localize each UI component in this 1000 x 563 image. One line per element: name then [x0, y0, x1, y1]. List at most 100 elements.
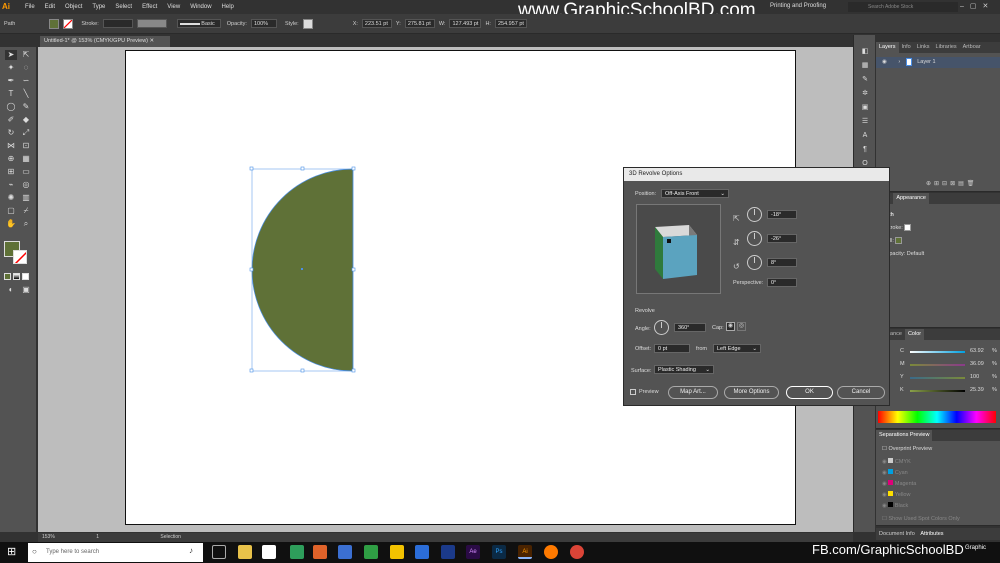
- scale-tool-icon[interactable]: ⤢: [20, 128, 32, 138]
- swatches-panel-icon[interactable]: ▦: [860, 61, 870, 70]
- app-icon-blue[interactable]: [338, 545, 352, 559]
- 3d-cube-icon[interactable]: [637, 205, 722, 295]
- blend-tool-icon[interactable]: ◎: [20, 180, 32, 190]
- symbol-sprayer-tool-icon[interactable]: ✺: [5, 193, 17, 203]
- lasso-tool-icon[interactable]: ◌: [20, 63, 32, 73]
- yellow-slider-row[interactable]: Y 100%: [900, 372, 998, 383]
- tab-document-info[interactable]: Document Info: [879, 531, 915, 537]
- illustrator-taskbar-icon[interactable]: Ai: [518, 545, 532, 559]
- gradient-tool-icon[interactable]: ▭: [20, 167, 32, 177]
- perspective-grid-tool-icon[interactable]: ▦: [20, 154, 32, 164]
- fill-swatch[interactable]: [49, 18, 60, 29]
- word-icon[interactable]: [415, 545, 429, 559]
- paragraph-panel-icon[interactable]: ¶: [860, 145, 870, 154]
- more-options-button[interactable]: More Options: [724, 386, 779, 399]
- document-tab[interactable]: Untitled-1* @ 153% (CMYK/GPU Preview) ✕: [40, 36, 170, 47]
- ink-row-cyan[interactable]: ◉ Cyan: [876, 468, 1000, 479]
- type-tool-icon[interactable]: T: [5, 89, 17, 99]
- perspective-field[interactable]: 0°: [767, 278, 797, 287]
- taskbar-search[interactable]: Type here to search: [28, 543, 203, 562]
- google-drive-icon[interactable]: [390, 545, 404, 559]
- menu-edit[interactable]: Edit: [45, 4, 55, 10]
- mesh-tool-icon[interactable]: ⊞: [5, 167, 17, 177]
- free-transform-tool-icon[interactable]: ⊡: [20, 141, 32, 151]
- tab-attributes[interactable]: Attributes: [920, 531, 943, 537]
- cyan-value[interactable]: 63.92: [970, 346, 984, 357]
- ink-row-black[interactable]: ◉ Black: [876, 501, 1000, 512]
- tab-layers[interactable]: Layers: [876, 42, 899, 53]
- black-slider[interactable]: [910, 390, 965, 392]
- offset-field[interactable]: 0 pt: [654, 344, 690, 353]
- appearance-opacity-row[interactable]: Opacity: Default: [876, 249, 1000, 260]
- from-dropdown[interactable]: Left Edge ⌄: [713, 344, 761, 353]
- magenta-slider[interactable]: [910, 364, 965, 366]
- file-explorer-icon[interactable]: [238, 545, 252, 559]
- status-mode[interactable]: Selection: [160, 534, 181, 540]
- ink-row-magenta[interactable]: ◉ Magenta: [876, 479, 1000, 490]
- line-tool-icon[interactable]: ╲: [20, 89, 32, 99]
- windows-start-icon[interactable]: ⊞: [7, 546, 19, 558]
- color-spectrum[interactable]: [878, 411, 996, 423]
- fill-row-swatch[interactable]: [895, 237, 903, 245]
- shape-builder-tool-icon[interactable]: ⊕: [5, 154, 17, 164]
- tab-color[interactable]: Color: [904, 329, 925, 340]
- paintbrush-tool-icon[interactable]: ✎: [20, 102, 32, 112]
- menu-type[interactable]: Type: [92, 4, 105, 10]
- layer-name[interactable]: Layer 1: [917, 59, 935, 65]
- rotate-x-field[interactable]: -18°: [767, 210, 797, 219]
- revolve-angle-field[interactable]: 360°: [674, 323, 706, 332]
- stroke-swatch[interactable]: [63, 18, 74, 29]
- color-panel-icon[interactable]: ◧: [860, 47, 870, 56]
- color-mode-icon[interactable]: [4, 273, 11, 280]
- used-spot-colors-row[interactable]: ☐ Show Used Spot Colors Only: [876, 514, 1000, 525]
- cyan-slider[interactable]: [910, 351, 965, 353]
- pen-tool-icon[interactable]: ✒: [5, 76, 17, 86]
- menu-select[interactable]: Select: [115, 4, 132, 10]
- close-tab-icon[interactable]: ✕: [150, 38, 155, 44]
- w-field[interactable]: 127.493 pt: [449, 19, 482, 28]
- yellow-value[interactable]: 100: [970, 372, 979, 383]
- eyedropper-tool-icon[interactable]: ⌁: [5, 180, 17, 190]
- symbols-panel-icon[interactable]: ✲: [860, 89, 870, 98]
- app-icon-c[interactable]: [262, 545, 276, 559]
- after-effects-icon[interactable]: Ae: [466, 545, 480, 559]
- shaper-tool-icon[interactable]: ✐: [5, 115, 17, 125]
- tab-artboards[interactable]: Artboar: [960, 42, 984, 53]
- window-controls[interactable]: –▢✕: [960, 2, 1000, 12]
- overprint-preview-row[interactable]: ☐ Overprint Preview: [876, 444, 1000, 455]
- tab-libraries[interactable]: Libraries: [933, 42, 960, 53]
- excel-icon[interactable]: [364, 545, 378, 559]
- magenta-slider-row[interactable]: M 36.09%: [900, 359, 998, 370]
- rotate-y-knob[interactable]: [747, 231, 762, 246]
- preview-checkbox[interactable]: [630, 389, 636, 395]
- y-field[interactable]: 275.81 pt: [404, 19, 435, 28]
- character-panel-icon[interactable]: A: [860, 131, 870, 140]
- menu-window[interactable]: Window: [190, 4, 211, 10]
- ellipse-tool-icon[interactable]: ◯: [5, 102, 17, 112]
- graph-tool-icon[interactable]: ▥: [20, 193, 32, 203]
- width-tool-icon[interactable]: ⋈: [5, 141, 17, 151]
- firefox-icon[interactable]: [544, 545, 558, 559]
- app-icon-green[interactable]: [290, 545, 304, 559]
- half-circle-path[interactable]: [240, 160, 370, 380]
- cyan-slider-row[interactable]: C 63.92%: [900, 346, 998, 357]
- tab-info[interactable]: Info: [899, 42, 914, 53]
- selection-tool-icon[interactable]: ➤: [5, 50, 17, 60]
- black-value[interactable]: 25.39: [970, 385, 984, 396]
- cancel-button[interactable]: Cancel: [837, 386, 885, 399]
- menu-object[interactable]: Object: [65, 4, 82, 10]
- zoom-level[interactable]: 153%: [42, 534, 55, 540]
- tab-links[interactable]: Links: [914, 42, 933, 53]
- screen-mode-icon[interactable]: ▣: [20, 285, 32, 295]
- h-field[interactable]: 254.957 pt: [494, 19, 527, 28]
- menu-view[interactable]: View: [167, 4, 180, 10]
- tab-separations-preview[interactable]: Separations Preview: [876, 430, 933, 441]
- expand-chevron-icon[interactable]: ›: [898, 59, 900, 65]
- curvature-tool-icon[interactable]: ∽: [20, 76, 32, 86]
- hand-tool-icon[interactable]: ✋: [5, 219, 17, 229]
- layer-row[interactable]: ◉ › Layer 1: [876, 57, 1000, 68]
- ink-row-cmyk[interactable]: ◉ CMYK: [876, 457, 1000, 468]
- stock-search-input[interactable]: Search Adobe Stock: [848, 2, 958, 12]
- task-view-icon[interactable]: [212, 545, 226, 559]
- app-icon-orange[interactable]: [313, 545, 327, 559]
